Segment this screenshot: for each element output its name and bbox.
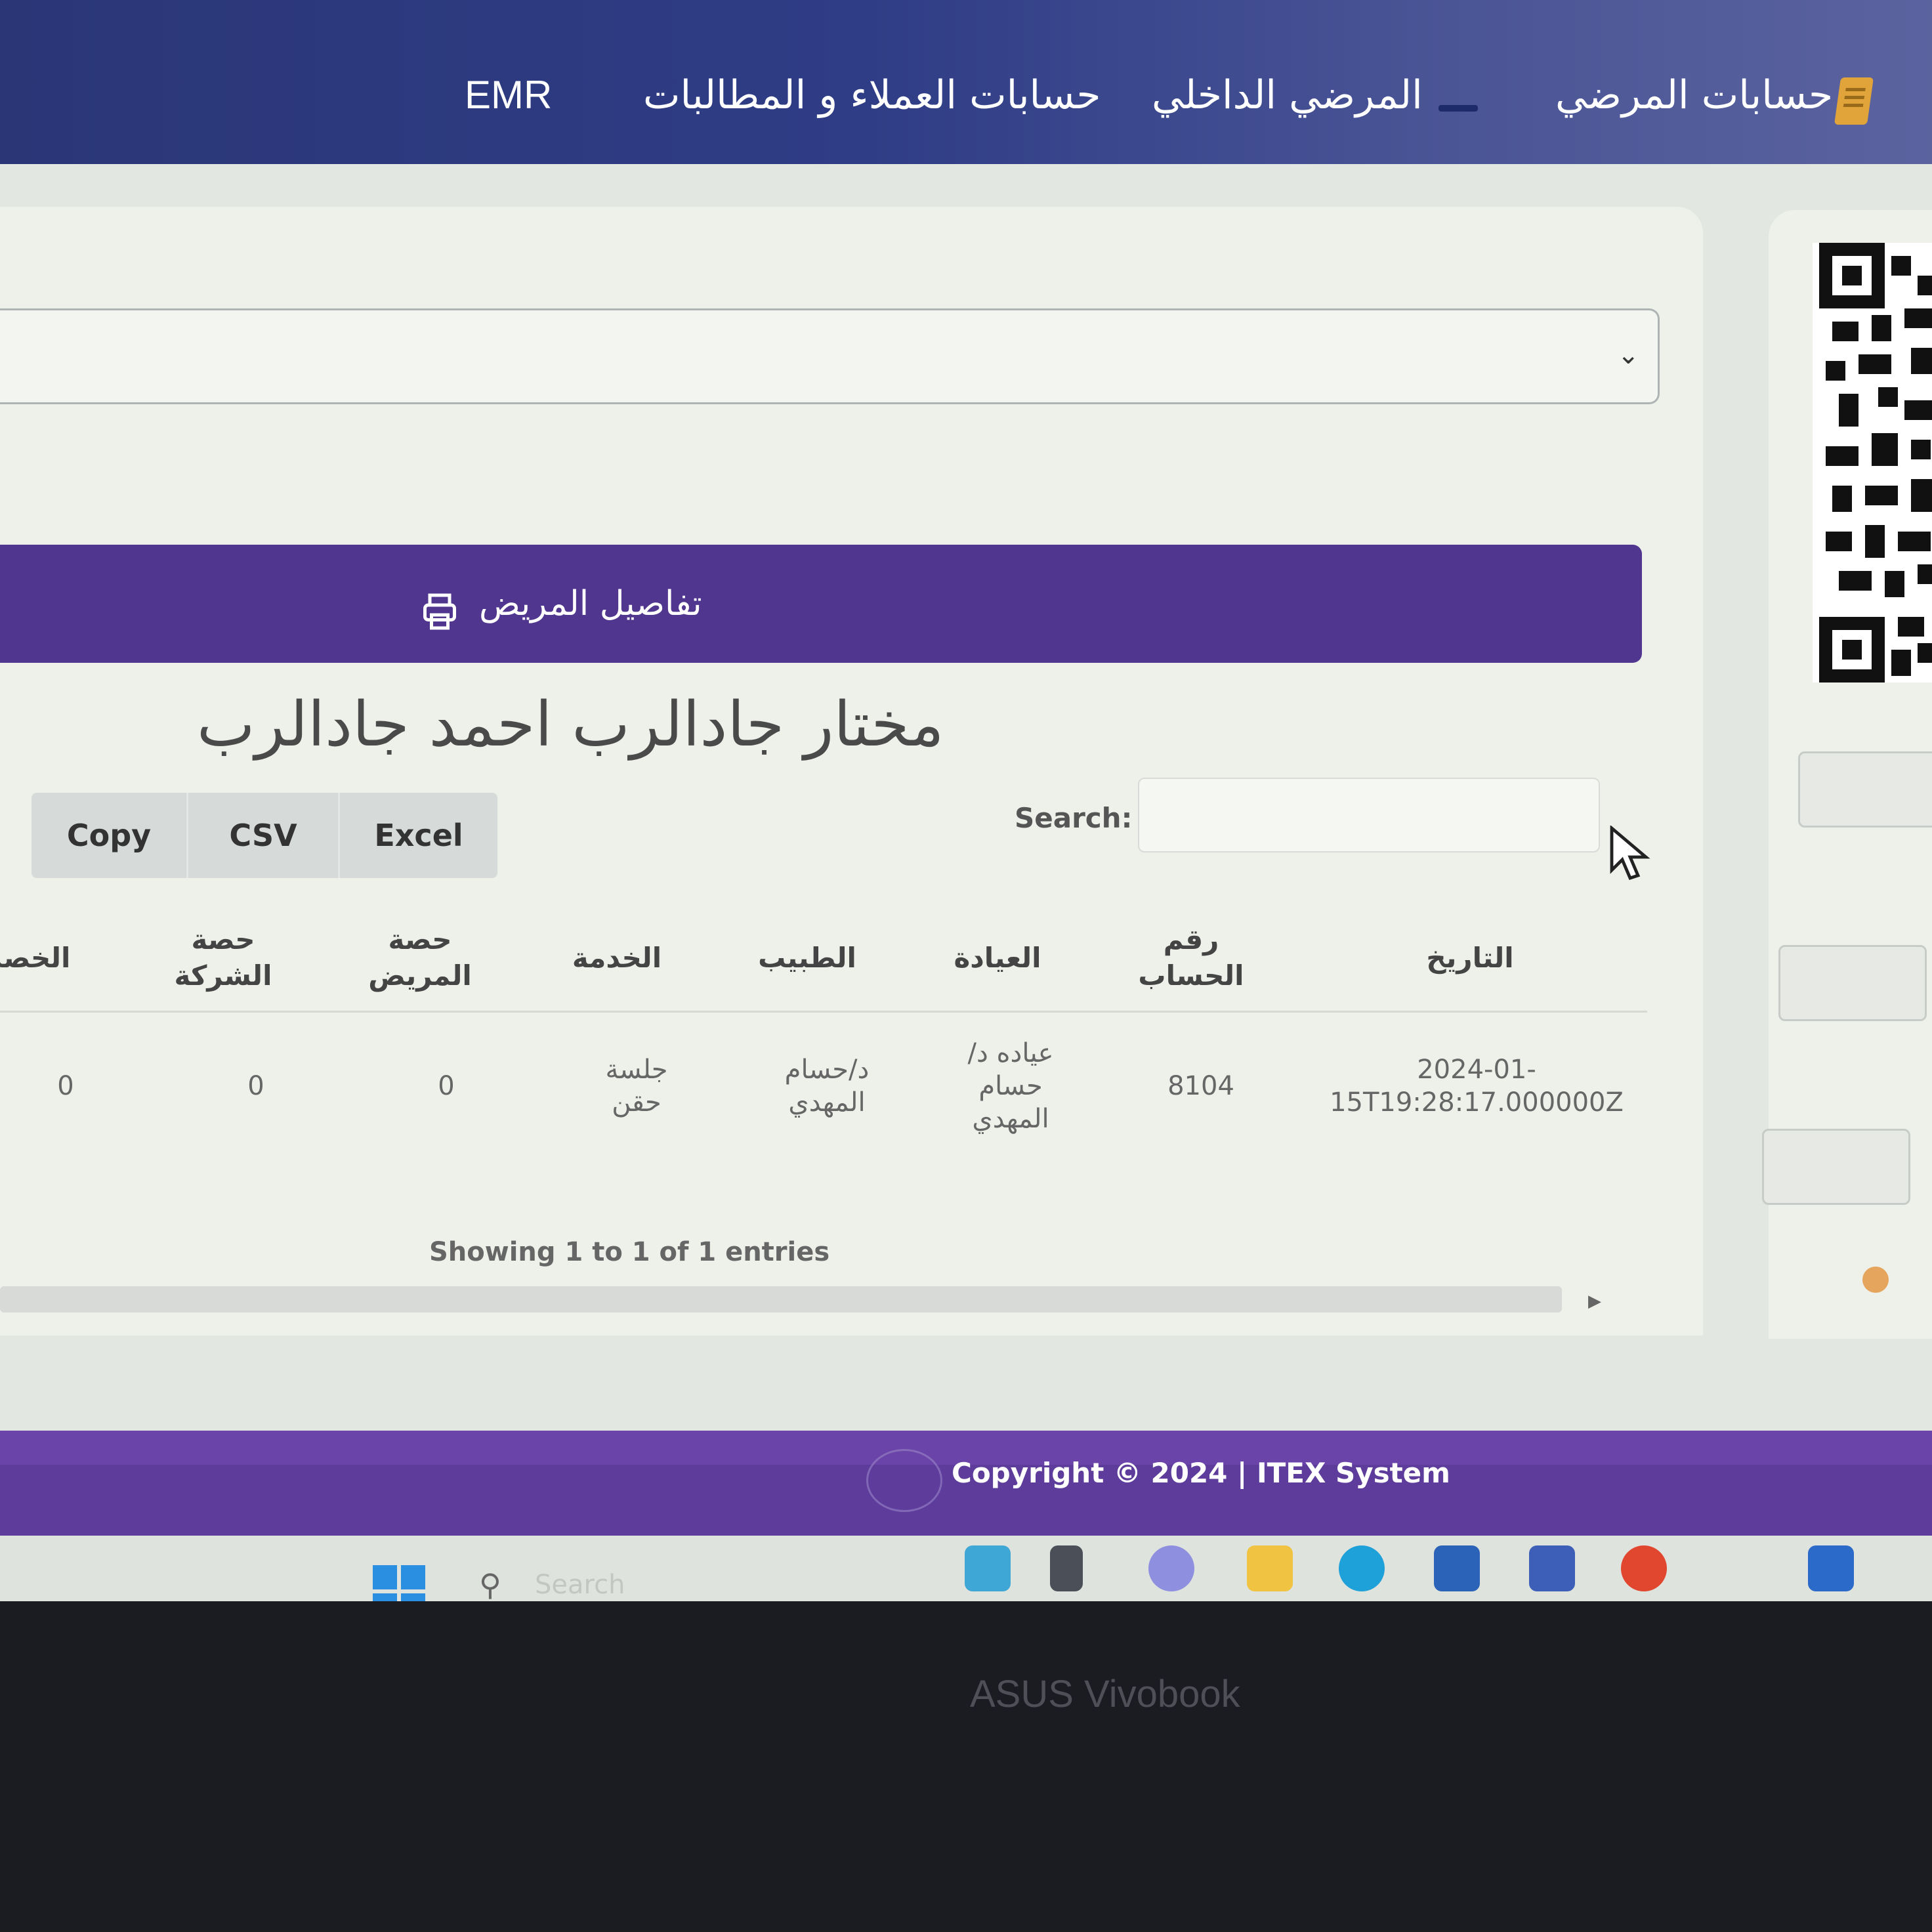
windows-start-icon[interactable]	[373, 1565, 425, 1601]
nav-patient-accounts[interactable]: حسابات المرضي	[1555, 72, 1833, 118]
col-date[interactable]: التاريخ	[1352, 906, 1588, 1011]
side-input-2[interactable]	[1778, 945, 1927, 1021]
itex-logo-icon	[866, 1449, 942, 1512]
cell-account-no: 8104	[1167, 1071, 1234, 1101]
screen: EMR حسابات العملاء و المطالبات المرضي ال…	[0, 0, 1932, 1601]
col-company-share[interactable]: حصة الشركة	[158, 906, 289, 1011]
taskbar-search[interactable]: Search	[535, 1570, 625, 1600]
file-explorer-icon[interactable]	[1247, 1545, 1293, 1591]
search-icon[interactable]: ⚲	[479, 1567, 501, 1601]
col-doctor[interactable]: الطبيب	[742, 906, 873, 1011]
table-info: Showing 1 to 1 of 1 entries	[429, 1237, 830, 1267]
search-input[interactable]	[1138, 778, 1600, 852]
search-label: Search:	[1015, 802, 1133, 834]
app-icon[interactable]	[1529, 1545, 1575, 1591]
nav-emr[interactable]: EMR	[465, 72, 552, 117]
widgets-icon[interactable]	[965, 1545, 1011, 1591]
status-badge	[1862, 1267, 1889, 1293]
nav-inpatient[interactable]: المرضي الداخلي	[1152, 72, 1423, 118]
cell-service: جلسة حقن	[605, 1055, 668, 1118]
chat-icon[interactable]	[1148, 1545, 1194, 1591]
top-navbar: EMR حسابات العملاء و المطالبات المرضي ال…	[0, 0, 1932, 164]
table-header: التاريخ رقم الحساب العيادة الطبيب الخدمة…	[0, 906, 1647, 1013]
cell-company-share: 0	[247, 1071, 264, 1101]
chrome-browser-icon[interactable]	[1621, 1545, 1667, 1591]
side-input-1[interactable]	[1798, 751, 1932, 828]
col-account-no[interactable]: رقم الحساب	[1122, 906, 1260, 1011]
cell-clinic: عياده د/ حسام المهدي	[967, 1038, 1054, 1134]
cell-date: 2024-01-15T19:28:17.000000Z	[1330, 1055, 1624, 1118]
table-body: 2024-01-15T19:28:17.000000Z 8104 عياده د…	[0, 1014, 1647, 1158]
word-icon[interactable]	[1808, 1545, 1854, 1591]
csv-button[interactable]: CSV	[186, 793, 340, 878]
side-input-3[interactable]	[1762, 1129, 1910, 1205]
footer-copyright: Copyright © 2024 | ITEX System	[952, 1457, 1450, 1489]
patient-details-bar[interactable]: تفاصيل المريض	[0, 545, 1642, 663]
mouse-cursor-icon	[1610, 826, 1650, 880]
horizontal-scrollbar[interactable]	[0, 1286, 1562, 1312]
scroll-right-icon[interactable]: ▶	[1588, 1292, 1601, 1311]
nav-separator	[1438, 105, 1478, 112]
qr-code-icon	[1813, 243, 1932, 682]
printer-icon	[423, 593, 456, 630]
chevron-down-icon: ⌄	[1617, 340, 1639, 370]
patient-name: مختار جادالرب احمد جادالرب	[197, 689, 944, 761]
store-icon[interactable]	[1434, 1545, 1480, 1591]
export-buttons: Copy CSV Excel	[32, 793, 497, 878]
task-view-icon[interactable]	[1050, 1545, 1083, 1591]
col-discount[interactable]: الخصم	[0, 906, 92, 1011]
cell-doctor: د/حسام المهدي	[784, 1055, 870, 1118]
col-patient-share[interactable]: حصة المريض	[354, 906, 486, 1011]
cell-discount: 0	[57, 1071, 74, 1101]
col-clinic[interactable]: العيادة	[932, 906, 1063, 1011]
patient-select[interactable]: ⌄	[0, 308, 1660, 404]
copy-button[interactable]: Copy	[32, 793, 186, 878]
nav-claims[interactable]: حسابات العملاء و المطالبات	[643, 72, 1101, 118]
col-service[interactable]: الخدمة	[551, 906, 682, 1011]
cell-patient-share: 0	[438, 1071, 455, 1101]
notebook-icon[interactable]	[1834, 77, 1874, 125]
laptop-brand: ASUS Vivobook	[970, 1673, 1240, 1715]
edge-browser-icon[interactable]	[1339, 1545, 1385, 1591]
patient-details-title: تفاصيل المريض	[479, 584, 702, 623]
excel-button[interactable]: Excel	[340, 793, 497, 878]
